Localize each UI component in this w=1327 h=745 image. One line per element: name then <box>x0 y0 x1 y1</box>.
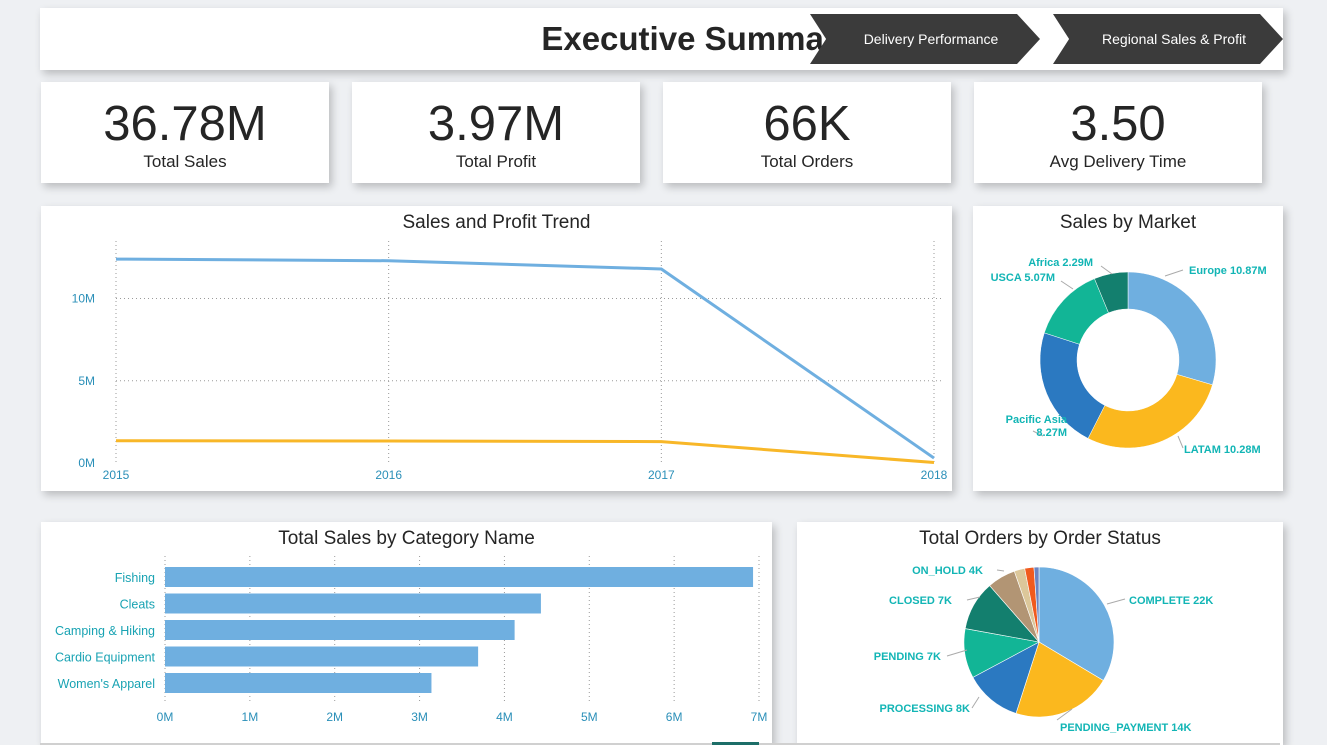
x-tick-label: 2M <box>326 710 343 724</box>
category-label: Cardio Equipment <box>55 651 156 665</box>
nav-button-label: Delivery Performance <box>863 31 999 47</box>
bar-camping-hiking <box>165 620 515 640</box>
kpi-label: Total Orders <box>760 152 854 171</box>
x-tick-label: 4M <box>496 710 513 724</box>
line-chart: 2015 2016 2017 2018 0M 5M 10M <box>72 241 948 482</box>
sales-by-market-card: Sales by Market Europe 10.87M LATAM 10.28… <box>973 206 1283 491</box>
kpi-card-avg-delivery-time: 3.50 Avg Delivery Time <box>974 82 1262 183</box>
donut-slice-latam <box>1087 374 1213 449</box>
x-tick-label: 7M <box>751 710 768 724</box>
kpi-value: 66K <box>763 97 851 151</box>
kpi-label: Avg Delivery Time <box>1049 152 1187 171</box>
category-label: Camping & Hiking <box>55 624 155 638</box>
kpi-value: 36.78M <box>103 97 267 151</box>
bar-cardio-equipment <box>165 646 479 667</box>
x-tick-label: 5M <box>581 710 598 724</box>
leader-line <box>1100 265 1113 275</box>
leader-line <box>1177 435 1184 449</box>
leader-line <box>1060 280 1074 290</box>
nav-button-label: Regional Sales & Profit <box>1102 31 1246 47</box>
donut-label-pacific-asia: Pacific Asia <box>1006 414 1068 426</box>
pie-label-complete: COMPLETE 22K <box>1129 595 1213 607</box>
sales-by-category-card: Total Sales by Category Name 0M 1M 2M 3M 4M 5… <box>41 522 772 745</box>
donut-label-usca: USCA 5.07M <box>991 272 1055 284</box>
series-line-sales <box>115 257 935 460</box>
donut-label-africa: Africa 2.29M <box>1028 257 1093 269</box>
leader-line <box>996 569 1005 572</box>
donut-label-latam: LATAM 10.28M <box>1184 444 1261 456</box>
x-tick-label: 2018 <box>921 468 948 482</box>
x-tick-label: 6M <box>666 710 683 724</box>
leader-line <box>1164 269 1184 277</box>
pie-label-processing: PROCESSING 8K <box>880 703 971 715</box>
x-tick-label: 1M <box>242 710 259 724</box>
category-label: Women's Apparel <box>58 677 155 691</box>
kpi-card-total-orders: 66K Total Orders <box>663 82 951 183</box>
x-tick-label: 3M <box>411 710 428 724</box>
donut-chart: Europe 10.87M LATAM 10.28M Pacific Asia8.2… <box>991 257 1267 456</box>
pie-label-pending: PENDING 7K <box>874 651 941 663</box>
donut-label-europe: Europe 10.87M <box>1189 265 1267 277</box>
pie-label-on-hold: ON_HOLD 4K <box>912 565 983 577</box>
donut-slice-europe <box>1127 271 1217 386</box>
bar-fishing <box>165 567 754 587</box>
leader-line <box>946 649 968 657</box>
y-tick-label: 5M <box>78 374 95 388</box>
page-title: Executive Summary <box>541 20 855 57</box>
donut-label-pacific-asia-value: 8.27M <box>1036 427 1067 439</box>
x-tick-label: 2015 <box>103 468 130 482</box>
pie-label-pending-payment: PENDING_PAYMENT 14K <box>1060 722 1191 734</box>
kpi-label: Total Profit <box>455 152 537 171</box>
x-tick-label: 2017 <box>648 468 675 482</box>
x-tick-label: 0M <box>157 710 174 724</box>
header-bar: Executive Summary Delivery Performance R… <box>40 8 1283 70</box>
leader-line <box>1106 598 1126 605</box>
kpi-card-total-profit: 3.97M Total Profit <box>352 82 640 183</box>
bar-women-s-apparel <box>165 673 432 693</box>
kpi-value: 3.50 <box>1070 97 1166 151</box>
nav-regional-sales-profit-button[interactable]: Regional Sales & Profit <box>1053 14 1283 64</box>
kpi-value: 3.97M <box>427 97 565 151</box>
leader-line <box>971 696 980 709</box>
pie-chart: COMPLETE 22K PENDING_PAYMENT 14K PROCESSIN… <box>874 565 1214 734</box>
bar-cleats <box>165 593 541 614</box>
sales-profit-trend-card: Sales and Profit Trend 2015 2016 2017 2018 0… <box>41 206 952 491</box>
category-label: Cleats <box>120 598 155 612</box>
y-tick-label: 0M <box>78 456 95 470</box>
kpi-card-total-sales: 36.78M Total Sales <box>41 82 329 183</box>
bar-chart: 0M 1M 2M 3M 4M 5M 6M 7M Fishing Cleats Camping & H… <box>55 556 768 724</box>
pie-label-closed: CLOSED 7K <box>889 595 952 607</box>
orders-by-status-card: Total Orders by Order Status COMPLETE 22… <box>797 522 1283 745</box>
category-label: Fishing <box>115 571 155 585</box>
x-tick-label: 2016 <box>375 468 402 482</box>
y-tick-label: 10M <box>72 292 95 306</box>
series-line-profit <box>115 439 935 465</box>
nav-delivery-performance-button[interactable]: Delivery Performance <box>810 14 1040 64</box>
kpi-label: Total Sales <box>143 152 227 171</box>
